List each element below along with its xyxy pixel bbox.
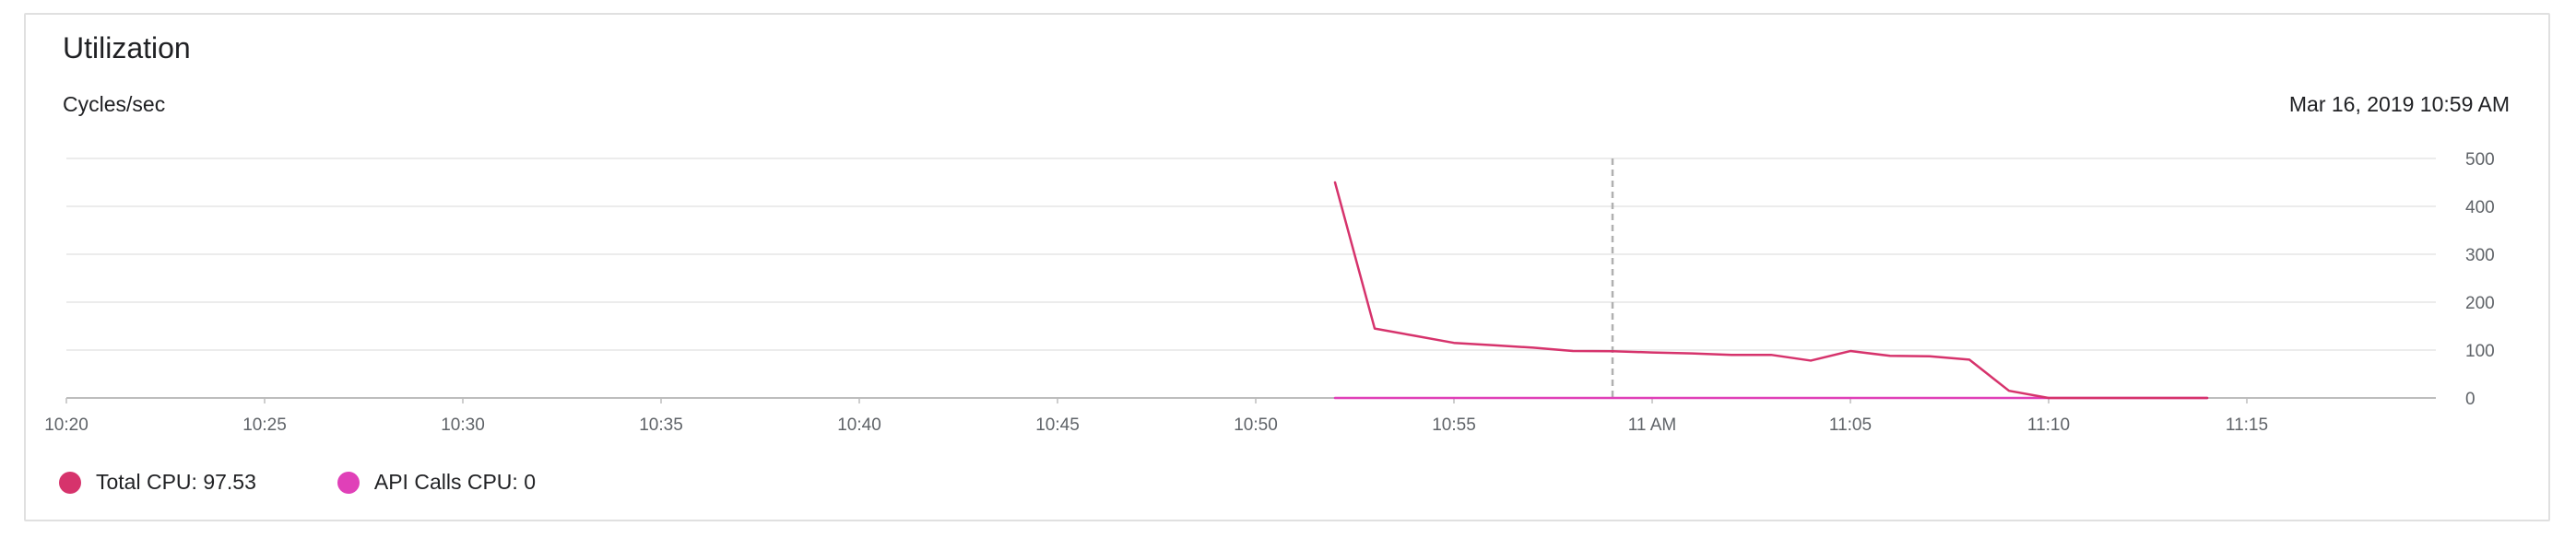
y-tick-label: 200 [2465,294,2495,313]
legend-label-api-calls-cpu: API Calls CPU: 0 [373,470,536,494]
y-tick-label: 500 [2465,150,2495,170]
y-tick-label: 0 [2465,390,2476,409]
x-tick-label: 11 AM [1628,415,1676,435]
x-tick-label: 10:25 [242,415,287,435]
legend-label-total-cpu: Total CPU: 97.53 [96,470,256,494]
x-tick-label: 10:40 [837,415,881,435]
x-tick-label: 10:30 [441,415,485,435]
legend-dot-total-cpu [59,471,81,494]
utilization-card: Utilization Cycles/sec Mar 16, 2019 10:5… [24,13,2550,521]
x-tick-label: 11:15 [2226,415,2268,435]
legend-item-total-cpu[interactable]: Total CPU: 97.53 [59,470,256,495]
series-lines [1333,181,2209,400]
chart-legend: Total CPU: 97.53 API Calls CPU: 0 [59,470,617,495]
y-axis-ticks: 0 100 200 300 400 500 [2465,150,2495,409]
x-axis-ticks: 10:20 10:25 10:30 10:35 10:40 10:45 10:50 10:55… [44,398,2268,435]
x-tick-label: 10:55 [1432,415,1476,435]
series-line-total-cpu [1333,181,2209,400]
legend-item-api-calls-cpu[interactable]: API Calls CPU: 0 [337,470,536,495]
y-tick-label: 100 [2465,342,2495,361]
legend-dot-api-calls-cpu [337,471,360,494]
y-tick-label: 300 [2465,246,2495,265]
x-tick-label: 11:05 [1829,415,1872,435]
x-tick-label: 10:35 [639,415,683,435]
x-tick-label: 10:20 [44,415,89,435]
x-tick-label: 10:45 [1035,415,1080,435]
y-tick-label: 400 [2465,198,2495,217]
grid-lines [66,158,2436,399]
x-tick-label: 11:10 [2027,415,2070,435]
x-tick-label: 10:50 [1234,415,1278,435]
utilization-chart[interactable]: 0100200300400500 10:20 10:25 10:30 10:35 10:… [26,15,2552,457]
